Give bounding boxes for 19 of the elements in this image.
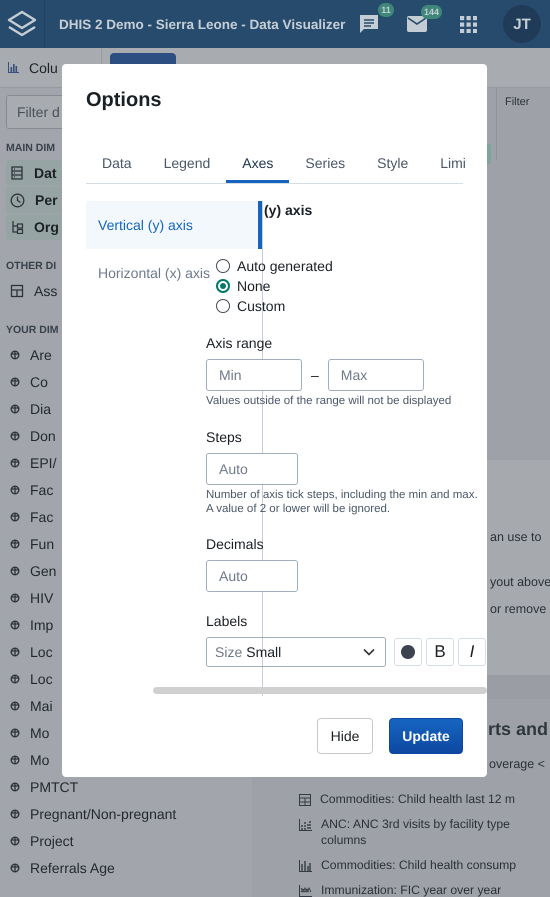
app-title: DHIS 2 Demo - Sierra Leone - Data Visualizer bbox=[59, 16, 346, 32]
section-title: OTHER DI bbox=[6, 260, 56, 272]
help-text: Values outside of the range will not be displayed bbox=[206, 394, 452, 408]
section-title: MAIN DIM bbox=[6, 142, 55, 154]
field-label: Decimals bbox=[206, 535, 264, 554]
notification-badge: 11 bbox=[378, 3, 394, 17]
section-heading: rts and bbox=[488, 719, 548, 740]
section-title: YOUR DIM bbox=[6, 324, 58, 336]
filter-label: Filter bbox=[505, 96, 530, 108]
range-separator: – bbox=[311, 367, 319, 383]
help-text: Number of axis tick steps, including the min and max. A value of 2 or lower will be ignored. bbox=[206, 488, 479, 516]
notification-badge: 144 bbox=[420, 5, 442, 19]
field-label: Axis range bbox=[206, 334, 272, 353]
section-heading: (y) axis bbox=[264, 201, 312, 219]
help-text: an use to bbox=[490, 530, 542, 544]
dialog-title: Options bbox=[86, 88, 163, 112]
help-text: or remove bbox=[490, 602, 548, 616]
field-label: Steps bbox=[206, 428, 242, 447]
field-label: Labels bbox=[206, 612, 248, 631]
